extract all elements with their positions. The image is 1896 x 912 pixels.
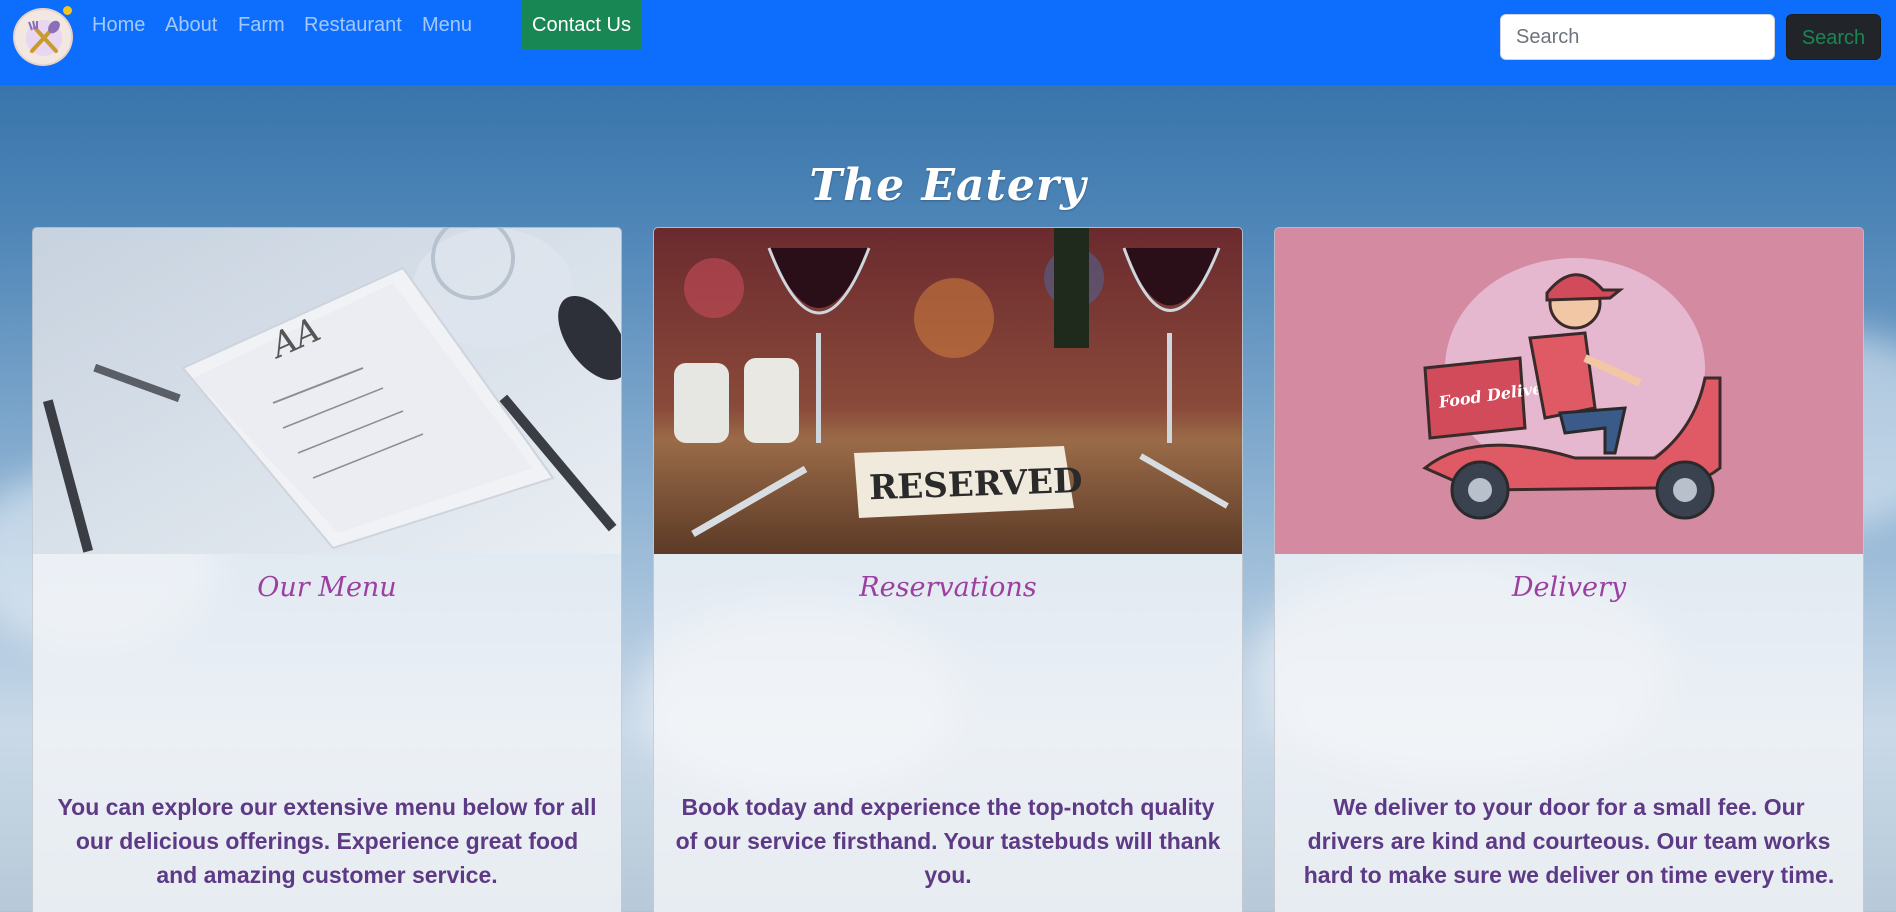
reservations-card-image: RESERVED xyxy=(654,228,1242,554)
card-text: We deliver to your door for a small fee.… xyxy=(1303,794,1835,888)
search-input[interactable] xyxy=(1500,14,1775,60)
delivery-card-image: Food Delivery xyxy=(1275,228,1863,554)
card-text: You can explore our extensive menu below… xyxy=(57,794,597,888)
card-text: Book today and experience the top-notch … xyxy=(675,794,1221,888)
site-logo[interactable] xyxy=(13,8,73,66)
nav-link-about[interactable]: About xyxy=(165,13,217,37)
reserved-sign: RESERVED xyxy=(868,461,1083,508)
nav-link-menu[interactable]: Menu xyxy=(422,13,472,37)
card-title: Our Menu xyxy=(257,572,397,603)
page-title: The Eatery xyxy=(809,160,1087,211)
card-our-menu: AA Our Menu You can explore our extensiv… xyxy=(32,227,622,912)
logo-badge-dot xyxy=(63,6,72,15)
card-delivery: Food Delivery Delivery We deliver to you… xyxy=(1274,227,1864,912)
top-navbar: Home About Farm Restaurant Menu Contact … xyxy=(0,0,1896,85)
nav-link-restaurant[interactable]: Restaurant xyxy=(304,13,402,37)
menu-card-image: AA xyxy=(33,228,621,554)
nav-link-home[interactable]: Home xyxy=(92,13,145,37)
card-title: Delivery xyxy=(1511,572,1627,603)
nav-link-farm[interactable]: Farm xyxy=(238,13,285,37)
contact-us-button[interactable]: Contact Us xyxy=(522,0,641,50)
card-title: Reservations xyxy=(859,572,1037,603)
search-button[interactable]: Search xyxy=(1786,14,1881,60)
card-reservations: RESERVED Reservations Book today and exp… xyxy=(653,227,1243,912)
utensils-icon xyxy=(26,20,62,56)
